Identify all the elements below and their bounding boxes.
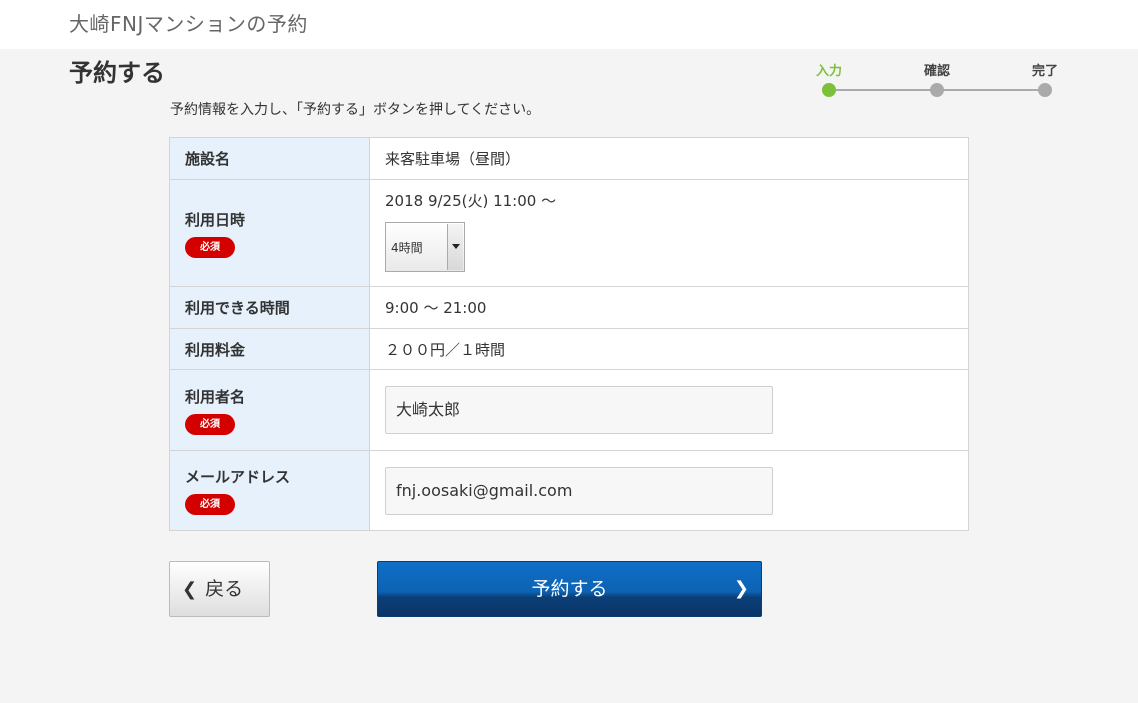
fee-label: 利用料金 — [169, 328, 370, 370]
step-dot — [822, 83, 836, 97]
back-button-label: 戻る — [205, 578, 244, 600]
submit-button-label: 予約する — [531, 578, 608, 600]
user-name-header: 利用者名 必須 — [169, 369, 370, 451]
facility-value: 来客駐車場（昼間） — [369, 137, 969, 180]
user-name-label: 利用者名 — [185, 387, 246, 406]
step-label: 入力 — [815, 64, 842, 79]
required-badge: 必須 — [185, 494, 235, 515]
user-name-cell: 大崎太郎 — [369, 369, 969, 451]
step-label: 確認 — [923, 64, 950, 79]
email-cell: fnj.oosaki@gmail.com — [369, 450, 969, 531]
instruction-text: 予約情報を入力し、「予約する」ボタンを押してください。 — [170, 102, 541, 118]
reservation-form-table: 施設名 来客駐車場（昼間） 利用日時 必須 2018 9/25(火) 11:00… — [169, 137, 969, 531]
top-bar: 大崎FNJマンションの予約 — [0, 0, 1138, 49]
row-facility: 施設名 来客駐車場（昼間） — [169, 137, 969, 180]
email-input[interactable]: fnj.oosaki@gmail.com — [385, 466, 773, 515]
progress-steps: 入力 確認 完了 — [800, 60, 1070, 100]
row-user-name: 利用者名 必須 大崎太郎 — [169, 369, 969, 451]
email-label: メールアドレス — [185, 468, 291, 486]
row-fee: 利用料金 ２００円／１時間 — [169, 328, 969, 370]
row-available-hours: 利用できる時間 9:00 ～ 21:00 — [169, 286, 969, 329]
fee-value: ２００円／１時間 — [369, 328, 969, 370]
step-complete: 完了 — [1015, 60, 1075, 97]
page-title: 予約する — [69, 59, 165, 87]
usage-datetime-cell: 2018 9/25(火) 11:00 ～ 4時間 — [369, 179, 969, 287]
required-badge: 必須 — [185, 413, 235, 435]
chevron-right-icon: ❯ — [733, 578, 749, 599]
email-header: メールアドレス 必須 — [169, 450, 370, 531]
usage-datetime-label: 利用日時 — [185, 210, 246, 229]
chevron-down-icon[interactable] — [447, 224, 463, 270]
back-button[interactable]: ❮ 戻る — [169, 561, 270, 617]
available-hours-label: 利用できる時間 — [169, 286, 370, 329]
available-hours-value: 9:00 ～ 21:00 — [369, 286, 969, 329]
reserve-submit-button[interactable]: 予約する ❯ — [377, 561, 762, 617]
step-input: 入力 — [799, 60, 859, 97]
chevron-left-icon: ❮ — [182, 579, 198, 600]
row-usage-datetime: 利用日時 必須 2018 9/25(火) 11:00 ～ 4時間 — [169, 179, 969, 287]
duration-selected-value: 4時間 — [391, 241, 423, 255]
required-badge: 必須 — [185, 236, 235, 258]
duration-select[interactable]: 4時間 — [385, 222, 465, 272]
user-name-input[interactable]: 大崎太郎 — [385, 386, 773, 434]
step-dot — [1038, 83, 1052, 97]
row-email: メールアドレス 必須 fnj.oosaki@gmail.com — [169, 450, 969, 531]
step-label: 完了 — [1031, 64, 1058, 79]
facility-label: 施設名 — [169, 137, 370, 180]
usage-start-datetime: 2018 9/25(火) 11:00 ～ — [385, 192, 557, 210]
step-confirm: 確認 — [907, 60, 967, 97]
step-dot — [930, 83, 944, 97]
usage-datetime-header: 利用日時 必須 — [169, 179, 370, 287]
site-title: 大崎FNJマンションの予約 — [69, 12, 308, 36]
